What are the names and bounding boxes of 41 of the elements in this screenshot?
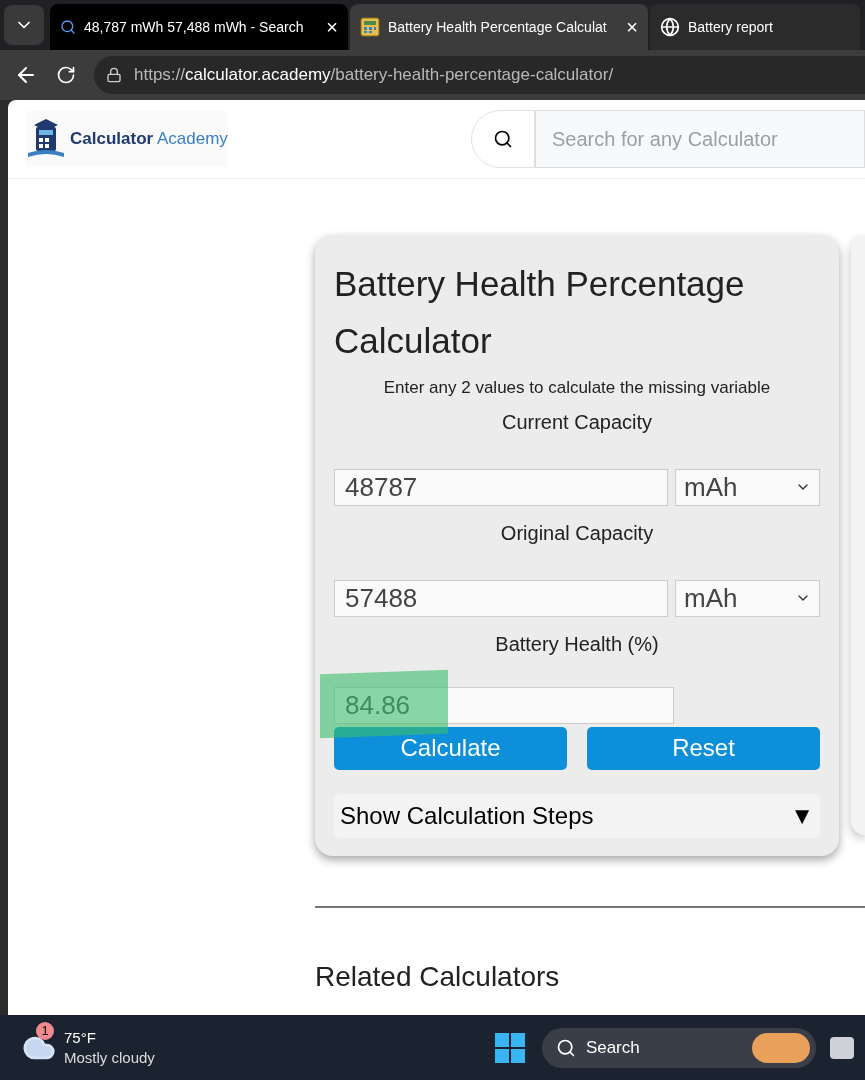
- search-field[interactable]: Search for any Calculator: [535, 110, 865, 168]
- search-label: Search: [585, 1036, 640, 1059]
- reload-icon[interactable]: [56, 65, 76, 85]
- lock-icon[interactable]: [106, 67, 122, 83]
- close-tab-button[interactable]: ×: [326, 17, 338, 37]
- value-field[interactable]: 48787: [334, 468, 668, 506]
- tab-title: Battery report: [688, 17, 774, 37]
- unit-dropdown[interactable]: mAh: [675, 468, 820, 506]
- reset-button[interactable]: Reset: [587, 726, 820, 770]
- value-field[interactable]: 57488: [334, 579, 668, 617]
- weather-condition: Mostly cloudy: [64, 1047, 155, 1068]
- address-bar[interactable]: https://calculator.academy/battery-health-percentage-calculator/: [94, 56, 865, 94]
- calculation-steps-toggle[interactable]: Show Calculation Steps ▼: [334, 793, 820, 838]
- taskbar-search[interactable]: Search: [541, 1027, 816, 1068]
- field-label: Current Capacity: [500, 409, 654, 435]
- browser-tab[interactable]: 48,787 mWh 57,488 mWh - Search ×: [50, 4, 348, 50]
- tab-title: Battery Health Percentage Calculat: [388, 17, 608, 37]
- field-label: Battery Health (%): [494, 631, 660, 657]
- search-button[interactable]: [471, 110, 535, 168]
- search-icon: [555, 1037, 576, 1058]
- notification-badge: 1: [36, 1021, 54, 1040]
- unit-dropdown[interactable]: mAh: [675, 579, 820, 617]
- calculator-title: Battery Health Percentage Calculator: [334, 263, 746, 362]
- url-text: https://calculator.academy/battery-health-percentage-calculator/: [134, 64, 614, 87]
- instructions-text: Enter any 2 values to calculate the missing variable: [382, 377, 772, 399]
- start-icon[interactable]: [494, 1032, 525, 1063]
- section-heading: Related Calculators: [315, 959, 561, 994]
- field-label: Original Capacity: [499, 520, 655, 546]
- task-view-icon[interactable]: [829, 1036, 854, 1059]
- browser-tab[interactable]: Battery Health Percentage Calculat ×: [350, 4, 648, 50]
- tab-title: 48,787 mWh 57,488 mWh - Search: [84, 17, 305, 37]
- logo-text: Calculator Academy: [70, 128, 228, 151]
- browser-tab[interactable]: Battery report: [650, 4, 860, 50]
- search-icon: [493, 129, 513, 149]
- calculator-icon: [360, 17, 380, 37]
- calculate-button[interactable]: Calculate: [334, 726, 567, 770]
- search-icon: [60, 19, 76, 35]
- close-tab-button[interactable]: ×: [626, 17, 638, 37]
- temperature-text: 75°F: [64, 1027, 97, 1048]
- site-logo[interactable]: Calculator Academy: [26, 111, 228, 167]
- globe-icon: [660, 17, 680, 37]
